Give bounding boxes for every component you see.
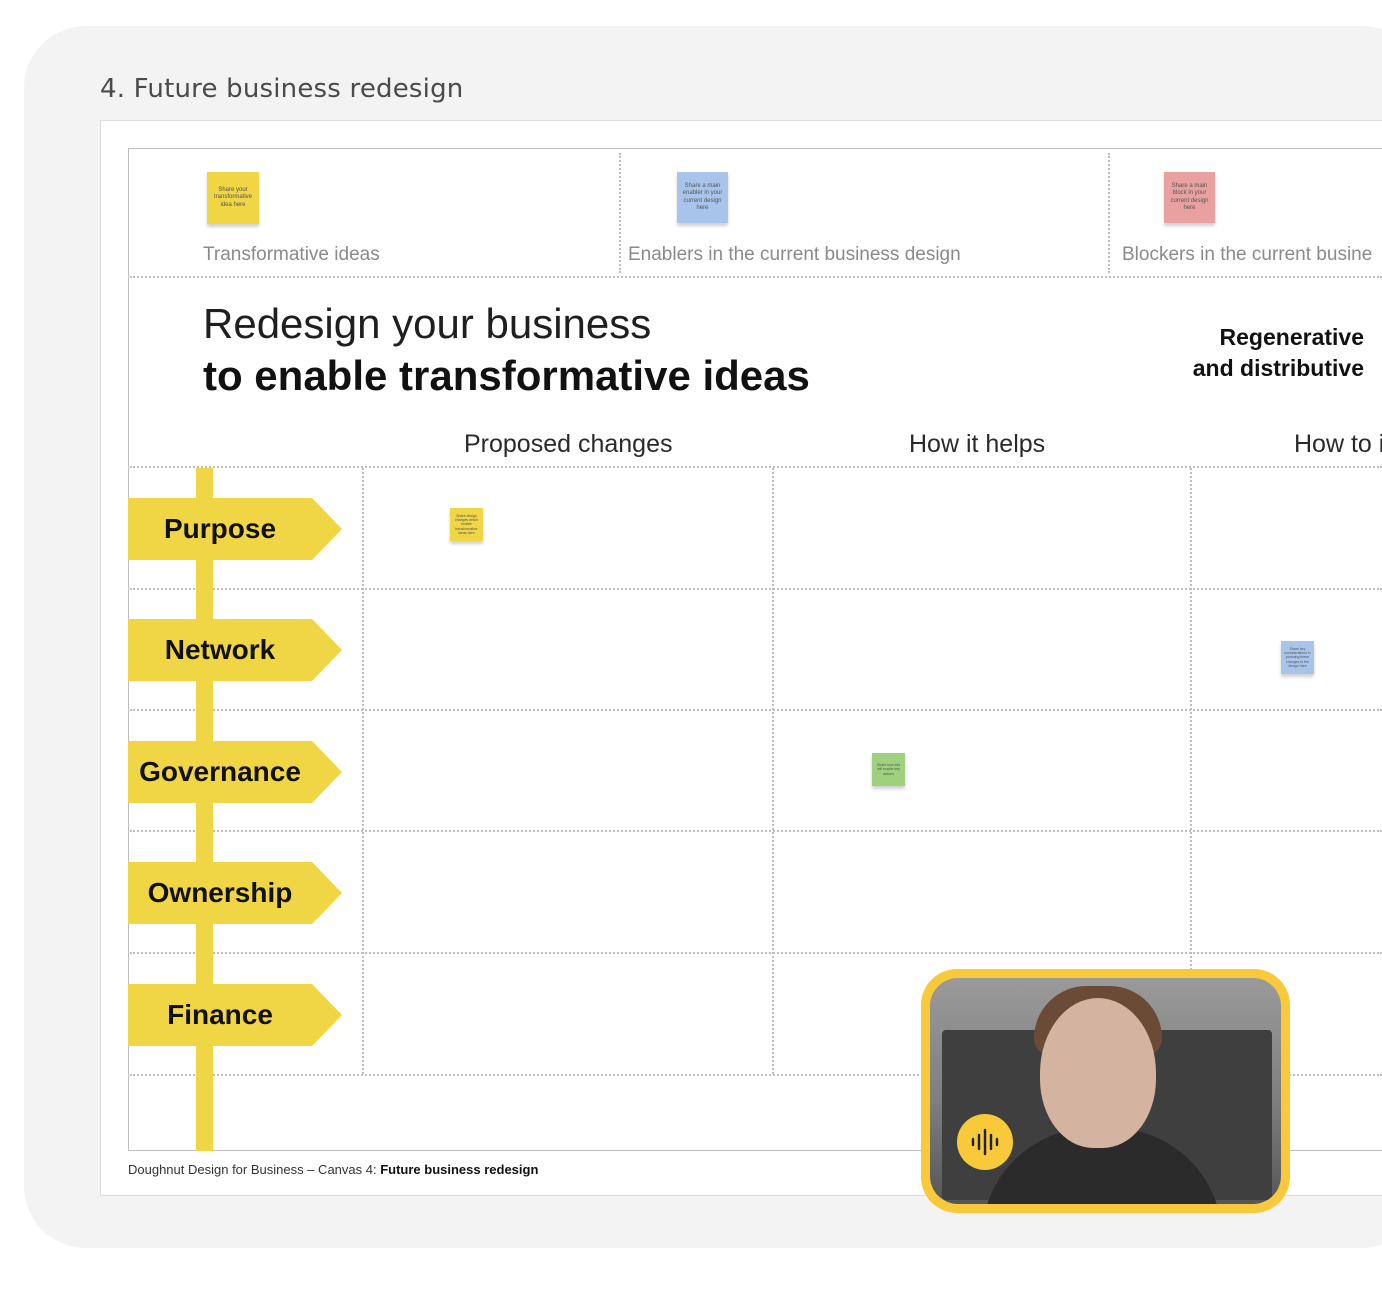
sticky-note-how-to[interactable]: Share key considerations in pursuing the… [1281,641,1314,674]
column-header-how-to: How to i [1294,430,1382,458]
grid-column-line [362,468,364,1074]
headline-line-2: to enable transformative ideas [203,352,810,399]
top-divider [1108,153,1110,273]
row-arrow-purpose: Purpose [128,498,342,560]
sticky-note-enabler[interactable]: Share a main enabler in your current des… [677,172,728,223]
footer-prefix: Doughnut Design for Business – Canvas 4: [128,1162,381,1177]
row-arrow-finance: Finance [128,984,342,1046]
section-label-enablers: Enablers in the current business design [628,244,961,265]
top-divider [619,153,621,273]
row-arrow-governance: Governance [128,741,342,803]
participant-face [1040,998,1156,1148]
row-arrow-network: Network [128,619,342,681]
grid-line [130,588,1382,590]
sticky-note-how-it-helps[interactable]: Share how this will enable key actions [872,753,905,786]
grid-line [130,466,1382,468]
column-header-how-it-helps: How it helps [909,430,1046,458]
participant-video [930,978,1281,1204]
footer-title: Future business redesign [380,1162,539,1177]
headline-line-1: Redesign your business [203,300,652,347]
audio-waveform-icon [971,1128,999,1156]
row-label-ownership: Ownership [147,877,293,908]
grid-line [130,830,1382,832]
row-arrow-ownership: Ownership [128,862,342,924]
video-call-tile[interactable] [921,969,1290,1213]
grid-column-line [772,468,774,1074]
sticky-note-proposed-change[interactable]: Share design changes which enable transf… [450,508,483,541]
section-label-transformative: Transformative ideas [203,244,380,265]
row-label-purpose: Purpose [163,513,277,544]
signpost-pole [196,468,213,1151]
audio-indicator-button[interactable] [957,1114,1013,1170]
board-title: 4. Future business redesign [100,74,464,104]
column-header-proposed-changes: Proposed changes [464,430,673,458]
side-heading-line-1: Regenerative [1219,324,1364,350]
canvas-footer: Doughnut Design for Business – Canvas 4:… [128,1162,538,1177]
row-label-governance: Governance [139,756,301,787]
sticky-note-transformative[interactable]: Share your transformative idea here [207,172,259,224]
side-heading-line-2: and distributive [1192,355,1364,381]
section-label-blockers: Blockers in the current busine [1122,244,1373,265]
grid-line [130,952,1382,954]
row-label-network: Network [164,634,276,665]
top-separator [130,276,1382,278]
side-heading: Regenerative and distributive [1193,322,1364,384]
row-label-finance: Finance [167,999,273,1030]
grid-line [130,709,1382,711]
sticky-note-blocker[interactable]: Share a main block in your current desig… [1164,172,1215,223]
